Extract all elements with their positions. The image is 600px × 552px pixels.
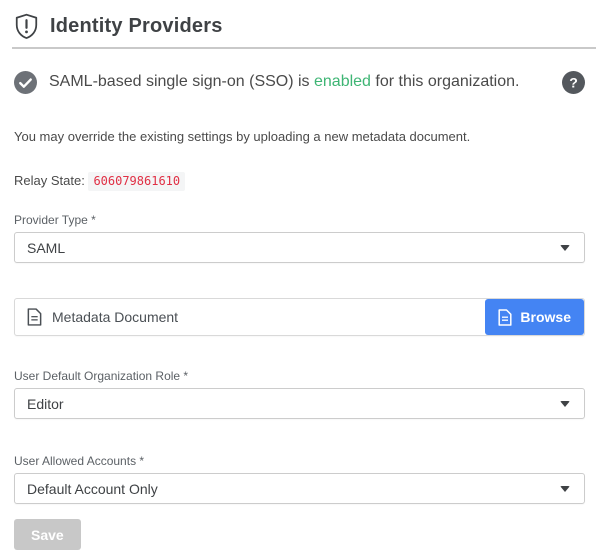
provider-type-label: Provider Type *	[14, 213, 585, 227]
metadata-file-input[interactable]: Metadata Document	[15, 299, 485, 335]
allowed-accounts-select[interactable]: Default Account Only	[14, 473, 585, 504]
allowed-accounts-value: Default Account Only	[27, 481, 158, 497]
page-header: Identity Providers	[0, 0, 600, 47]
metadata-file-label: Metadata Document	[52, 309, 178, 325]
default-role-select[interactable]: Editor	[14, 388, 585, 419]
relay-state-label: Relay State:	[14, 173, 88, 188]
header-divider	[12, 47, 596, 49]
svg-text:?: ?	[569, 75, 578, 91]
default-role-field: User Default Organization Role * Editor	[14, 369, 585, 419]
sso-status-row: SAML-based single sign-on (SSO) is enabl…	[14, 71, 585, 94]
help-icon[interactable]: ?	[562, 71, 585, 94]
save-button[interactable]: Save	[14, 519, 81, 550]
sso-status-enabled: enabled	[314, 73, 371, 90]
metadata-upload-row: Metadata Document Browse	[14, 298, 585, 336]
provider-type-field: Provider Type * SAML	[14, 213, 585, 263]
allowed-accounts-label: User Allowed Accounts *	[14, 454, 585, 468]
identity-providers-panel: SAML-based single sign-on (SSO) is enabl…	[0, 71, 600, 550]
provider-type-select[interactable]: SAML	[14, 232, 585, 263]
override-description: You may override the existing settings b…	[14, 129, 585, 144]
caret-down-icon	[560, 245, 570, 251]
relay-state-row: Relay State: 606079861610	[14, 173, 585, 188]
relay-state-value: 606079861610	[88, 172, 185, 191]
browse-button[interactable]: Browse	[485, 299, 584, 335]
sso-status-text: SAML-based single sign-on (SSO) is enabl…	[49, 72, 550, 93]
browse-button-label: Browse	[520, 309, 571, 325]
provider-type-value: SAML	[27, 240, 65, 256]
caret-down-icon	[560, 401, 570, 407]
document-icon	[27, 308, 42, 326]
page-title: Identity Providers	[50, 15, 223, 38]
check-circle-icon	[14, 71, 37, 94]
sso-status-before: SAML-based single sign-on (SSO) is	[49, 73, 314, 90]
browse-document-icon	[498, 309, 512, 326]
default-role-value: Editor	[27, 396, 64, 412]
sso-status-after: for this organization.	[371, 73, 520, 90]
caret-down-icon	[560, 486, 570, 492]
allowed-accounts-field: User Allowed Accounts * Default Account …	[14, 454, 585, 504]
shield-alert-icon	[14, 13, 39, 40]
default-role-label: User Default Organization Role *	[14, 369, 585, 383]
